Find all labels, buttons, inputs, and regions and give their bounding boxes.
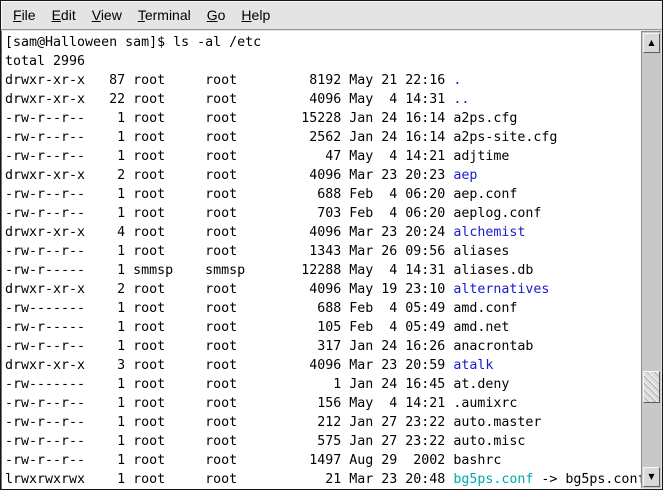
symlink-name: bg5ps.conf xyxy=(453,472,533,487)
terminal-line: -rw-r--r-- 1 root root 1497 Aug 29 2002 … xyxy=(5,451,641,470)
terminal-text: -rw-r--r-- 1 root root 2562 Jan 24 16:14 xyxy=(5,130,453,145)
terminal-screen[interactable]: [sam@Halloween sam]$ ls -al /etc total 29… xyxy=(1,31,641,489)
terminal-line: -rw-r--r-- 1 root root 212 Jan 27 23:22 … xyxy=(5,413,641,432)
terminal-line: -rw-r--r-- 1 root root 688 Feb 4 06:20 a… xyxy=(5,185,641,204)
scrollbar-thumb[interactable] xyxy=(643,371,660,403)
directory-name: alternatives xyxy=(453,282,549,297)
terminal-text: a2ps.cfg xyxy=(453,111,517,126)
scroll-up-icon: ▲ xyxy=(648,39,654,47)
terminal-text: amd.net xyxy=(453,320,509,335)
terminal-line: drwxr-xr-x 2 root root 4096 Mar 23 20:23… xyxy=(5,166,641,185)
terminal-text: lrwxrwxrwx 1 root root 21 Mar 23 20:48 xyxy=(5,472,453,487)
terminal-text: drwxr-xr-x 22 root root 4096 May 4 14:31 xyxy=(5,92,453,107)
menu-item-help[interactable]: Help xyxy=(241,7,270,23)
terminal-text: adjtime xyxy=(453,149,509,164)
terminal-text: -rw-r----- 1 root root 105 Feb 4 05:49 xyxy=(5,320,453,335)
menu-item-terminal[interactable]: Terminal xyxy=(138,7,191,23)
terminal-text: drwxr-xr-x 2 root root 4096 Mar 23 20:23 xyxy=(5,168,453,183)
terminal-text: -> bg5ps.conf xyxy=(533,472,641,487)
menu-item-view[interactable]: View xyxy=(92,7,122,23)
terminal-text: -rw-r--r-- 1 root root 317 Jan 24 16:26 xyxy=(5,339,453,354)
terminal-text: drwxr-xr-x 4 root root 4096 Mar 23 20:24 xyxy=(5,225,453,240)
terminal-text: auto.master xyxy=(453,415,541,430)
directory-name: alchemist xyxy=(453,225,525,240)
menu-item-file[interactable]: File xyxy=(13,7,36,23)
terminal-text: -rw-r--r-- 1 root root 575 Jan 27 23:22 xyxy=(5,434,453,449)
menu-item-view-label: View xyxy=(92,7,122,23)
terminal-text: -rw-r--r-- 1 root root 156 May 4 14:21 xyxy=(5,396,453,411)
terminal-line: drwxr-xr-x 4 root root 4096 Mar 23 20:24… xyxy=(5,223,641,242)
terminal-output: [sam@Halloween sam]$ ls -al /etc total 29… xyxy=(5,33,641,489)
terminal-line: -rw-r--r-- 1 root root 47 May 4 14:21 ad… xyxy=(5,147,641,166)
menubar: File Edit View Terminal Go Help xyxy=(1,1,662,30)
terminal-text: -rw-r----- 1 smmsp smmsp 12288 May 4 14:… xyxy=(5,263,453,278)
terminal-line: drwxr-xr-x 3 root root 4096 Mar 23 20:59… xyxy=(5,356,641,375)
terminal-text: a2ps-site.cfg xyxy=(453,130,557,145)
directory-name: aep xyxy=(453,168,477,183)
menu-item-file-label: File xyxy=(13,7,36,23)
terminal-line: -rw-r--r-- 1 root root 1343 Mar 26 09:56… xyxy=(5,242,641,261)
terminal-text: total 2996 xyxy=(5,54,85,69)
terminal-line: -rw-r--r-- 1 root root 2562 Jan 24 16:14… xyxy=(5,128,641,147)
terminal-text: -rw-r--r-- 1 root root 15228 Jan 24 16:1… xyxy=(5,111,453,126)
terminal-text: auto.misc xyxy=(453,434,525,449)
scroll-down-icon: ▼ xyxy=(648,473,654,481)
terminal-text: at.deny xyxy=(453,377,509,392)
terminal-line: total 2996 xyxy=(5,52,641,71)
menu-item-edit[interactable]: Edit xyxy=(52,7,76,23)
terminal-text: -rw-r--r-- 1 root root 212 Jan 27 23:22 xyxy=(5,415,453,430)
terminal-text: -rw-r--r-- 1 root root 703 Feb 4 06:20 xyxy=(5,206,453,221)
menu-item-terminal-label: Terminal xyxy=(138,7,191,23)
scroll-up-button[interactable]: ▲ xyxy=(643,33,660,53)
terminal-text: drwxr-xr-x 87 root root 8192 May 21 22:1… xyxy=(5,73,453,88)
terminal-text: -rw-r--r-- 1 root root 688 Feb 4 06:20 xyxy=(5,187,453,202)
terminal-text: aliases.db xyxy=(453,263,533,278)
terminal-line: -rw-r--r-- 1 root root 15228 Jan 24 16:1… xyxy=(5,109,641,128)
directory-name: atalk xyxy=(453,358,493,373)
terminal-text: -rw------- 1 root root 1 Jan 24 16:45 xyxy=(5,377,453,392)
terminal-text: .aumixrc xyxy=(453,396,517,411)
terminal-text: [sam@Halloween sam]$ ls -al /etc xyxy=(5,35,261,50)
terminal-line: drwxr-xr-x 2 root root 4096 May 19 23:10… xyxy=(5,280,641,299)
directory-name: . xyxy=(453,73,461,88)
terminal-line: -rw-r--r-- 1 root root 156 May 4 14:21 .… xyxy=(5,394,641,413)
terminal-line: lrwxrwxrwx 1 root root 21 Mar 23 20:48 b… xyxy=(5,470,641,489)
terminal-line: drwxr-xr-x 87 root root 8192 May 21 22:1… xyxy=(5,71,641,90)
scroll-down-button[interactable]: ▼ xyxy=(643,467,660,487)
terminal-line: -rw-r----- 1 smmsp smmsp 12288 May 4 14:… xyxy=(5,261,641,280)
terminal-text: bashrc xyxy=(453,453,501,468)
terminal-line: -rw-r--r-- 1 root root 575 Jan 27 23:22 … xyxy=(5,432,641,451)
terminal-text: aliases xyxy=(453,244,509,259)
terminal-text: drwxr-xr-x 2 root root 4096 May 19 23:10 xyxy=(5,282,453,297)
menu-item-go[interactable]: Go xyxy=(207,7,226,23)
terminal-line: -rw------- 1 root root 1 Jan 24 16:45 at… xyxy=(5,375,641,394)
scrollbar[interactable]: ▲ ▼ xyxy=(641,31,661,488)
terminal-text: amd.conf xyxy=(453,301,517,316)
terminal-text: -rw------- 1 root root 688 Feb 4 05:49 xyxy=(5,301,453,316)
terminal-text: -rw-r--r-- 1 root root 1497 Aug 29 2002 xyxy=(5,453,453,468)
terminal-text: -rw-r--r-- 1 root root 1343 Mar 26 09:56 xyxy=(5,244,453,259)
terminal-text: -rw-r--r-- 1 root root 47 May 4 14:21 xyxy=(5,149,453,164)
terminal-text: anacrontab xyxy=(453,339,533,354)
terminal-line: -rw------- 1 root root 688 Feb 4 05:49 a… xyxy=(5,299,641,318)
terminal-text: aep.conf xyxy=(453,187,517,202)
terminal-line: -rw-r--r-- 1 root root 317 Jan 24 16:26 … xyxy=(5,337,641,356)
menu-item-go-label: Go xyxy=(207,7,226,23)
terminal-line: -rw-r--r-- 1 root root 703 Feb 4 06:20 a… xyxy=(5,204,641,223)
terminal-line: drwxr-xr-x 22 root root 4096 May 4 14:31… xyxy=(5,90,641,109)
directory-name: .. xyxy=(453,92,469,107)
terminal-window: File Edit View Terminal Go Help [sam@Hal… xyxy=(0,0,663,490)
menu-item-help-label: Help xyxy=(241,7,270,23)
terminal-line: -rw-r----- 1 root root 105 Feb 4 05:49 a… xyxy=(5,318,641,337)
terminal-line: [sam@Halloween sam]$ ls -al /etc xyxy=(5,33,641,52)
terminal-text: drwxr-xr-x 3 root root 4096 Mar 23 20:59 xyxy=(5,358,453,373)
terminal-text: aeplog.conf xyxy=(453,206,541,221)
menu-item-edit-label: Edit xyxy=(52,7,76,23)
